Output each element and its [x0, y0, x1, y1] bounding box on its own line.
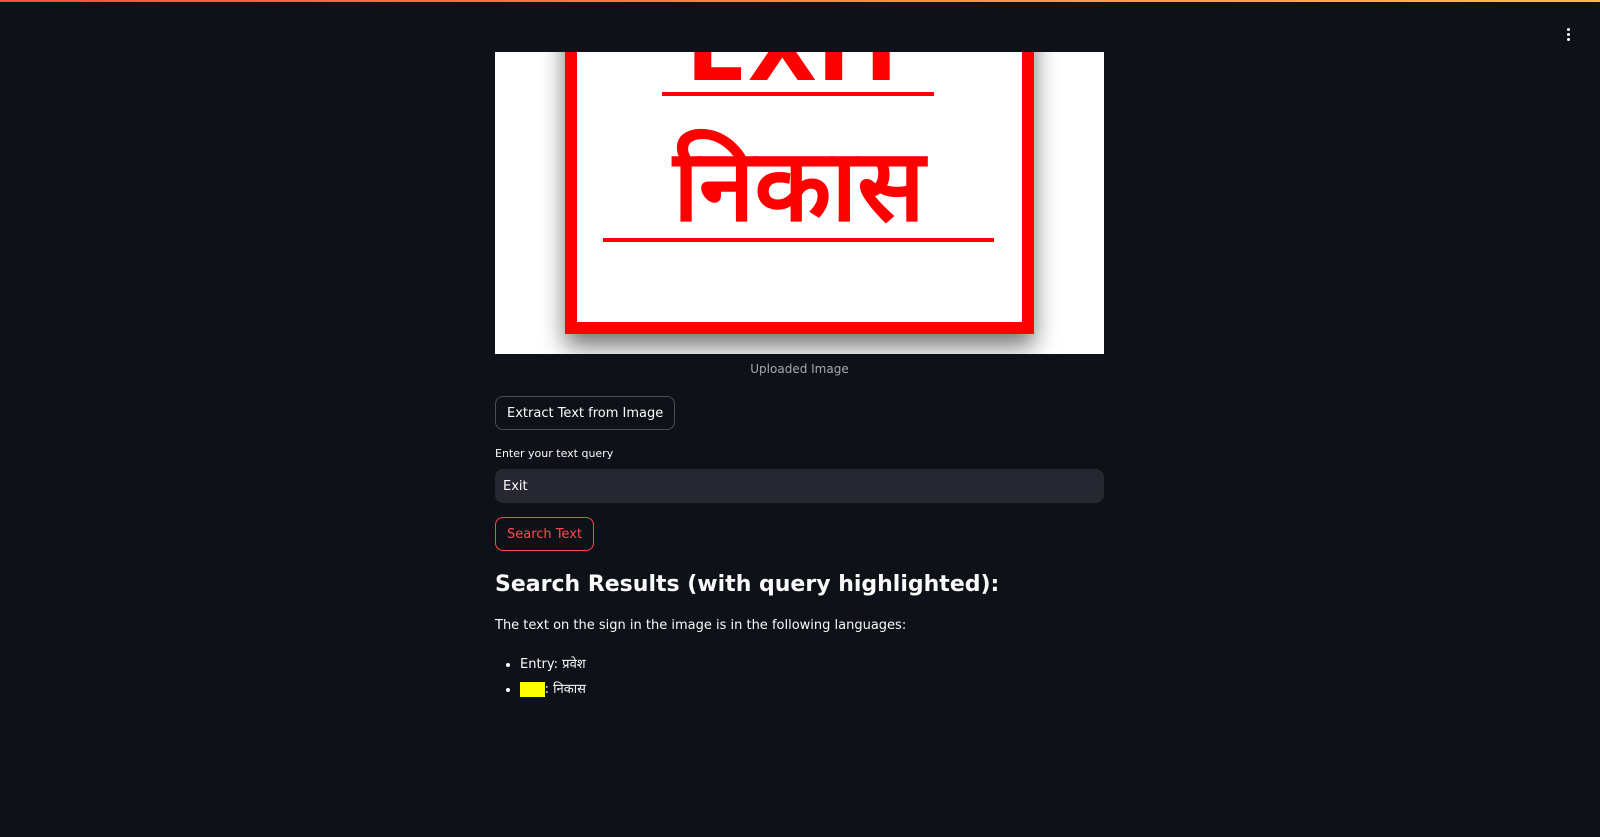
vertical-dots-icon — [1566, 27, 1570, 31]
exit-sign-illustration: EXIT निकास — [565, 52, 1034, 334]
highlighted-query-match: Exit — [520, 682, 545, 697]
sign-underline-top — [662, 92, 934, 96]
uploaded-image: EXIT निकास — [495, 52, 1104, 354]
results-intro: The text on the sign in the image is in … — [495, 618, 907, 633]
image-caption: Uploaded Image — [750, 362, 849, 376]
search-text-button[interactable]: Search Text — [495, 517, 595, 551]
results-list: Entry: प्रवेश Exit: निकास — [495, 652, 586, 702]
list-item: Exit: निकास — [520, 677, 586, 702]
list-item: Entry: प्रवेश — [520, 652, 586, 677]
extract-text-button[interactable]: Extract Text from Image — [495, 396, 676, 430]
result-translation: प्रवेश — [562, 657, 586, 672]
query-input[interactable] — [495, 469, 1104, 503]
sign-underline-bottom — [603, 238, 994, 242]
result-term: Entry — [520, 657, 554, 672]
result-translation: निकास — [553, 682, 586, 697]
results-heading: Search Results (with query highlighted): — [495, 572, 1000, 597]
main-menu-button[interactable] — [1556, 22, 1580, 46]
query-label: Enter your text query — [495, 447, 614, 460]
top-decoration-bar — [0, 0, 1600, 2]
sign-nikaas-text: निकास — [671, 127, 928, 244]
